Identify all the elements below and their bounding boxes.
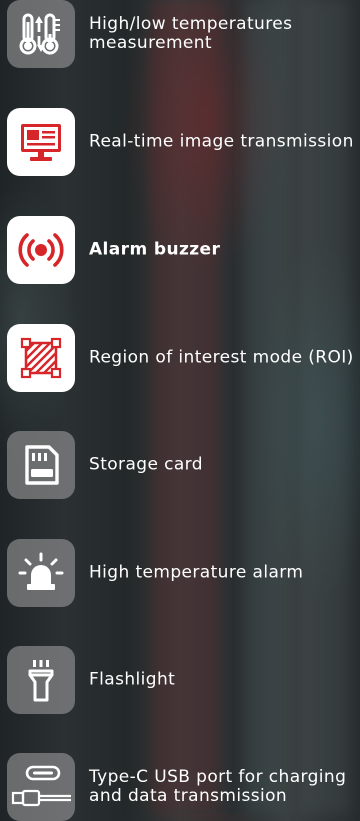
feature-label: Flashlight xyxy=(89,669,359,690)
feature-high-temperature-alarm: High temperature alarm xyxy=(0,539,360,607)
feature-high-low-temperature: High/low temperatures measurement xyxy=(0,0,360,68)
feature-label-line: Real-time image transmission xyxy=(89,131,354,152)
feature-label: High temperature alarm xyxy=(89,562,359,583)
feature-label-line: Alarm buzzer xyxy=(89,239,221,260)
feature-real-time-image-transmission: Real-time image transmission xyxy=(0,108,360,176)
feature-label-line: High/low temperatures xyxy=(89,14,293,34)
flashlight-icon xyxy=(7,646,75,714)
feature-label-line: High temperature alarm xyxy=(89,562,304,583)
feature-label: Alarm buzzer xyxy=(89,239,359,260)
feature-type-c-usb: Type-C USB port for charging and data tr… xyxy=(0,753,360,821)
siren-alarm-icon xyxy=(7,539,75,607)
feature-label: Type-C USB port for charging and data tr… xyxy=(89,768,359,806)
feature-label-line: Region of interest mode (ROI) xyxy=(89,347,354,368)
feature-label-line: Flashlight xyxy=(89,669,176,690)
thermometer-high-low-icon xyxy=(7,0,75,68)
feature-label-line: and data transmission xyxy=(89,786,288,806)
feature-storage-card: Storage card xyxy=(0,431,360,499)
feature-label-line: Storage card xyxy=(89,454,203,475)
feature-label-line: measurement xyxy=(89,33,213,53)
feature-alarm-buzzer: Alarm buzzer xyxy=(0,216,360,284)
alarm-buzzer-icon xyxy=(7,216,75,284)
feature-label: Region of interest mode (ROI) xyxy=(89,347,359,368)
feature-label: Storage card xyxy=(89,454,359,475)
feature-list: High/low temperatures measurement Real-t… xyxy=(0,0,360,821)
feature-flashlight: Flashlight xyxy=(0,646,360,714)
feature-region-of-interest: Region of interest mode (ROI) xyxy=(0,324,360,392)
usb-type-c-icon xyxy=(7,753,75,821)
feature-label-line: Type-C USB port for charging xyxy=(89,767,347,787)
sd-card-icon xyxy=(7,431,75,499)
roi-region-icon xyxy=(7,324,75,392)
feature-label: Real-time image transmission xyxy=(89,131,359,152)
feature-label: High/low temperatures measurement xyxy=(89,15,359,53)
monitor-transmission-icon xyxy=(7,108,75,176)
